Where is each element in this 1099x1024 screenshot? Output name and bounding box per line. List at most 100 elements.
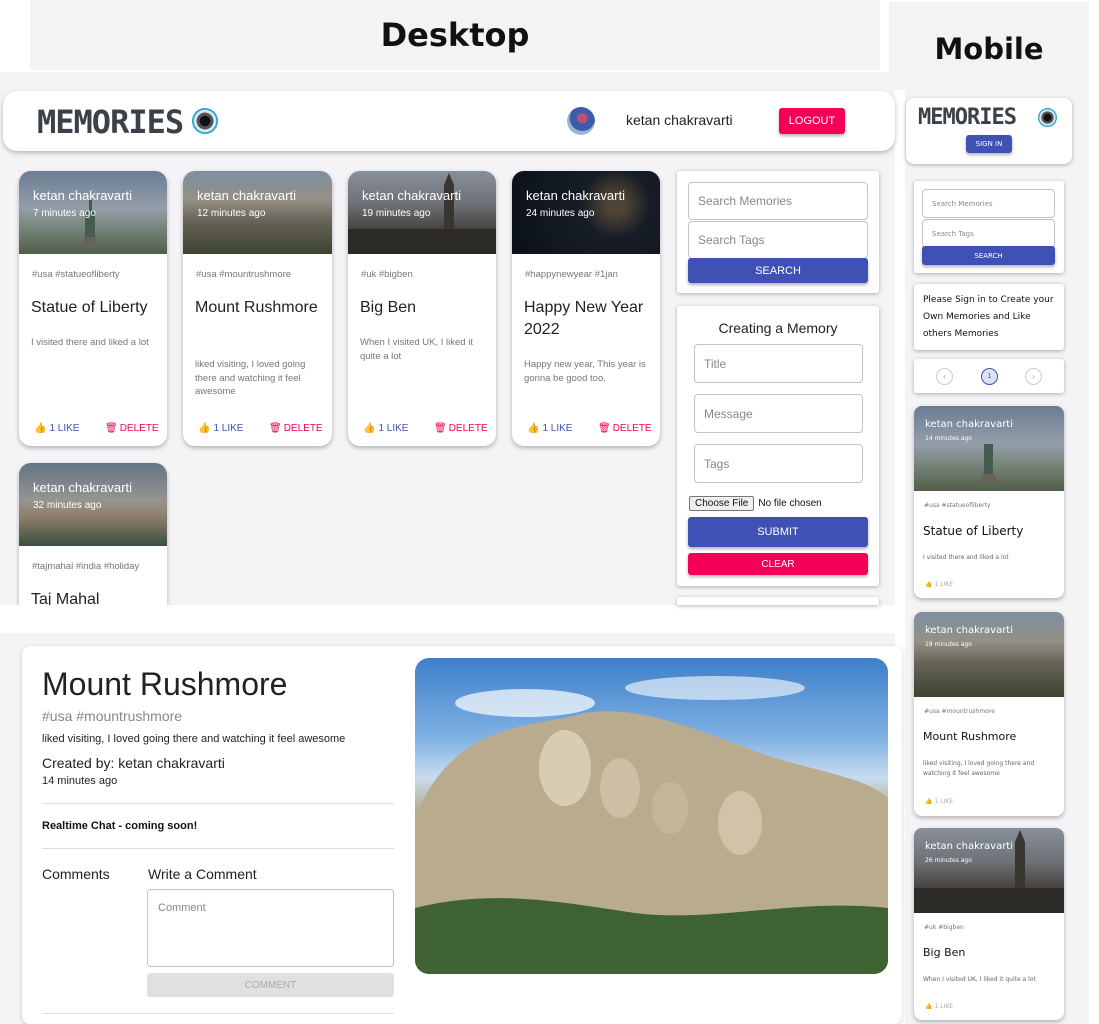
detail-title: Mount Rushmore	[42, 666, 288, 702]
post-tags: #uk #bigben	[361, 269, 413, 280]
delete-button[interactable]: 🗑 DELETE	[105, 423, 159, 434]
post-message: I visited there and liked a lot	[923, 554, 1009, 561]
delete-button[interactable]: 🗑 DELETE	[598, 423, 652, 434]
mobile-search-input[interactable]: Search Memories	[922, 189, 1055, 218]
post-message: liked visiting, I loved going there and …	[195, 359, 306, 397]
form-heading: Creating a Memory	[718, 320, 838, 336]
post-tags: #tajmahal #india #holiday	[32, 561, 140, 572]
detail-time: 14 minutes ago	[42, 775, 118, 787]
pagination-panel-edge	[677, 597, 879, 605]
detail-tags: #usa #mountrushmore	[42, 708, 183, 724]
trash-icon: 🗑	[434, 423, 447, 434]
like-button[interactable]: 👍 1 LIKE	[925, 581, 953, 588]
post-title: Happy New Year 2022	[524, 299, 644, 338]
comment-input[interactable]: Comment	[147, 889, 394, 967]
next-page-button[interactable]: ›	[1025, 368, 1042, 385]
logout-button[interactable]: LOGOUT	[779, 108, 845, 134]
post-card[interactable]: ketan chakravarti 7 minutes ago #usa #st…	[19, 171, 167, 446]
post-card[interactable]: ketan chakravarti 32 minutes ago #tajmah…	[19, 463, 167, 605]
delete-button[interactable]: 🗑 DELETE	[434, 423, 488, 434]
post-creator: ketan chakravarti	[33, 480, 132, 495]
like-label: 1 LIKE	[934, 581, 954, 588]
post-tags: #usa #statueofliberty	[924, 502, 991, 509]
sign-in-button[interactable]: SIGN IN	[966, 135, 1012, 153]
post-message: When I visited UK, I liked it quite a lo…	[923, 976, 1036, 983]
create-memory-form: Creating a Memory Title Message Tags Cho…	[677, 306, 879, 586]
delete-button[interactable]: 🗑 DELETE	[269, 423, 323, 434]
mobile-post-card[interactable]: ketan chakravarti 26 minutes ago #uk #bi…	[914, 828, 1064, 1020]
post-time: 7 minutes ago	[33, 208, 96, 219]
trash-icon: 🗑	[105, 423, 118, 434]
delete-label: DELETE	[612, 423, 652, 434]
mobile-app-bar: MEMORIES SIGN IN	[906, 98, 1072, 164]
app-bar: MEMORIES ketan chakravarti LOGOUT	[3, 91, 895, 151]
post-time: 32 minutes ago	[33, 500, 102, 511]
thumb-up-icon: 👍	[925, 581, 933, 588]
user-name: ketan chakravarti	[626, 112, 733, 128]
comment-button[interactable]: COMMENT	[147, 973, 394, 997]
post-title: Statue of Liberty	[923, 524, 1024, 538]
thumb-up-icon: 👍	[34, 423, 47, 434]
post-card[interactable]: ketan chakravarti 24 minutes ago #happyn…	[512, 171, 660, 446]
thumb-up-icon: 👍	[363, 423, 376, 434]
post-tags: #uk #bigben	[924, 924, 964, 931]
post-time: 24 minutes ago	[526, 208, 595, 219]
search-tags-input[interactable]: Search Tags	[688, 221, 868, 259]
prev-page-button[interactable]: ‹	[936, 368, 953, 385]
post-time: 19 minutes ago	[362, 208, 431, 219]
search-memories-input[interactable]: Search Memories	[688, 182, 868, 220]
post-message: I visited there and liked a lot	[31, 337, 149, 348]
title-field[interactable]: Title	[694, 344, 863, 383]
post-title: Big Ben	[360, 299, 417, 316]
mobile-search-panel: Search Memories Search Tags SEARCH	[914, 181, 1064, 273]
divider	[42, 803, 394, 804]
like-button[interactable]: 👍 1 LIKE	[925, 1003, 953, 1010]
post-title: Mount Rushmore	[195, 299, 318, 316]
mobile-tags-input[interactable]: Search Tags	[922, 219, 1055, 248]
post-title: Big Ben	[923, 946, 966, 959]
mobile-post-card[interactable]: ketan chakravarti 18 minutes ago #usa #m…	[914, 612, 1064, 816]
tags-field[interactable]: Tags	[694, 444, 863, 483]
post-message: liked visiting, I loved going there and …	[923, 760, 1035, 777]
delete-label: DELETE	[119, 423, 159, 434]
page-button-current[interactable]: 1	[981, 368, 998, 385]
search-button[interactable]: SEARCH	[688, 258, 868, 283]
thumb-up-icon: 👍	[527, 423, 540, 434]
mobile-logo-text[interactable]: MEMORIES	[918, 105, 1017, 130]
chevron-right-icon: ›	[1032, 372, 1035, 381]
like-button[interactable]: 👍 1 LIKE	[198, 423, 243, 434]
like-button[interactable]: 👍 1 LIKE	[363, 423, 408, 434]
post-time: 14 minutes ago	[925, 435, 972, 442]
like-label: 1 LIKE	[542, 423, 573, 434]
post-card[interactable]: ketan chakravarti 12 minutes ago #usa #m…	[183, 171, 332, 446]
like-label: 1 LIKE	[934, 1003, 954, 1010]
detail-image	[415, 658, 888, 974]
post-tags: #happynewyear #1jan	[525, 269, 618, 280]
app-logo-text[interactable]: MEMORIES	[37, 103, 184, 141]
like-button[interactable]: 👍 1 LIKE	[34, 423, 79, 434]
write-comment-heading: Write a Comment	[148, 866, 257, 882]
message-field[interactable]: Message	[694, 394, 863, 433]
signin-note: Please Sign in to Create your Own Memori…	[923, 295, 1054, 339]
like-button[interactable]: 👍 1 LIKE	[527, 423, 572, 434]
post-creator: ketan chakravarti	[362, 188, 461, 203]
like-label: 1 LIKE	[378, 423, 409, 434]
post-creator: ketan chakravarti	[925, 419, 1014, 430]
mobile-post-card[interactable]: ketan chakravarti 14 minutes ago #usa #s…	[914, 406, 1064, 598]
post-title: Mount Rushmore	[923, 730, 1017, 743]
post-title: Statue of Liberty	[31, 299, 148, 316]
delete-label: DELETE	[283, 423, 323, 434]
mobile-pagination: ‹ 1 ›	[914, 359, 1064, 393]
clear-button[interactable]: CLEAR	[688, 553, 868, 575]
submit-button[interactable]: SUBMIT	[688, 517, 868, 547]
thumb-up-icon: 👍	[198, 423, 211, 434]
desktop-section-heading: Desktop	[30, 0, 880, 70]
post-card[interactable]: ketan chakravarti 19 minutes ago #uk #bi…	[348, 171, 496, 446]
mobile-search-button[interactable]: SEARCH	[922, 246, 1055, 265]
choose-file-button[interactable]: Choose File	[689, 496, 755, 511]
delete-label: DELETE	[448, 423, 488, 434]
like-button[interactable]: 👍 1 LIKE	[925, 798, 953, 805]
post-tags: #usa #mountrushmore	[924, 708, 995, 715]
camera-lens-icon	[192, 108, 218, 134]
thumb-up-icon: 👍	[925, 798, 933, 805]
